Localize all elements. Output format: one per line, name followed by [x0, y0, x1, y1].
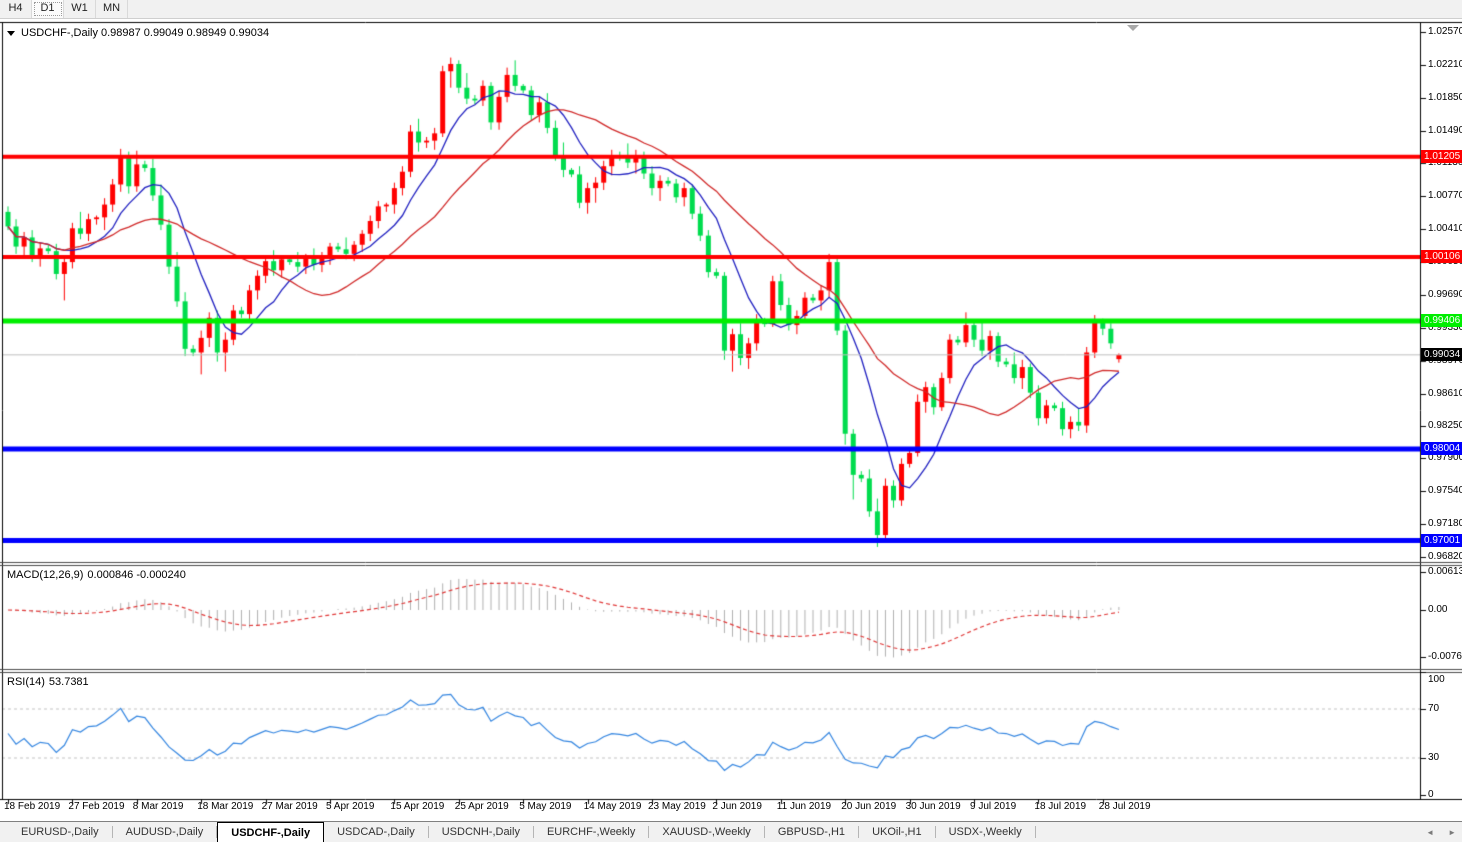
tab-separator [1035, 826, 1036, 838]
chart-canvas[interactable] [0, 18, 1462, 820]
timeframe-button-w1[interactable]: W1 [64, 0, 96, 18]
date-axis-label: 18 Mar 2019 [197, 801, 253, 812]
rsi-axis-label: 30 [1428, 752, 1439, 763]
price-tag-0.97001: 0.97001 [1421, 534, 1462, 547]
tab-usdchf-daily[interactable]: USDCHF-,Daily [217, 822, 324, 842]
date-axis-label: 27 Feb 2019 [68, 801, 124, 812]
date-axis-label: 15 Apr 2019 [390, 801, 444, 812]
tab-usdx-weekly[interactable]: USDX-,Weekly [936, 822, 1035, 842]
price-tag-0.99406: 0.99406 [1421, 314, 1462, 327]
macd-indicator-label: MACD(12,26,9) 0.000846 -0.000240 [7, 569, 190, 581]
rsi-axis-label: 0 [1428, 789, 1434, 800]
tab-scroll-right-icon[interactable]: ► [1448, 828, 1456, 837]
timeframe-button-h4[interactable]: H4 [0, 0, 32, 18]
tab-usdcad-daily[interactable]: USDCAD-,Daily [324, 822, 428, 842]
rsi-axis-label: 100 [1428, 674, 1445, 685]
date-axis-label: 18 Feb 2019 [4, 801, 60, 812]
timeframe-toolbar: H4D1W1MN [0, 0, 1462, 19]
rsi-axis-label: 70 [1428, 703, 1439, 714]
quote-low: 0.98949 [187, 27, 227, 39]
tab-usdcnh-daily[interactable]: USDCNH-,Daily [429, 822, 533, 842]
symbol-tabbar: ◄ ► EURUSD-,DailyAUDUSD-,DailyUSDCHF-,Da… [0, 821, 1462, 842]
date-axis-label: 11 Jun 2019 [777, 801, 831, 812]
timeframe-button-d1[interactable]: D1 [32, 0, 64, 18]
quote-close: 0.99034 [229, 27, 269, 39]
chart-shift-icon[interactable] [1127, 25, 1139, 31]
price-axis-label: 1.02210 [1428, 59, 1462, 70]
price-axis-label: 1.00410 [1428, 223, 1462, 234]
tab-eurusd-daily[interactable]: EURUSD-,Daily [8, 822, 112, 842]
macd-axis-label: 0.00613 [1428, 566, 1462, 577]
price-axis-label: 0.97180 [1428, 518, 1462, 529]
price-axis-label: 0.96820 [1428, 551, 1462, 562]
tab-gbpusd-h1[interactable]: GBPUSD-,H1 [765, 822, 858, 842]
price-axis-label: 1.01850 [1428, 92, 1462, 103]
price-axis-label: 0.99690 [1428, 289, 1462, 300]
price-axis-label: 0.98250 [1428, 420, 1462, 431]
tab-audusd-daily[interactable]: AUDUSD-,Daily [113, 822, 217, 842]
chart-title: USDCHF-,Daily0.989870.990490.989490.9903… [7, 27, 272, 39]
date-axis-label: 2 Jun 2019 [712, 801, 762, 812]
rsi-indicator-label: RSI(14) 53.7381 [7, 676, 93, 688]
price-tag-0.98004: 0.98004 [1421, 442, 1462, 455]
macd-name: MACD(12,26,9) [7, 569, 83, 581]
macd-axis-label: -0.007612 [1428, 651, 1462, 662]
tab-ukoil-h1[interactable]: UKOil-,H1 [859, 822, 935, 842]
date-axis-label: 23 May 2019 [648, 801, 706, 812]
date-axis-label: 20 Jun 2019 [841, 801, 896, 812]
date-axis-label: 28 Jul 2019 [1099, 801, 1151, 812]
date-axis-label: 8 Mar 2019 [133, 801, 184, 812]
date-axis-label: 5 Apr 2019 [326, 801, 374, 812]
date-axis-label: 27 Mar 2019 [262, 801, 318, 812]
tab-scroll-controls: ◄ ► [1426, 822, 1456, 843]
rsi-value: 53.7381 [49, 676, 89, 688]
date-axis-label: 25 Apr 2019 [455, 801, 509, 812]
current-price-tag: 0.99034 [1421, 348, 1462, 361]
terminal-window: H4D1W1MN USDCHF-,Daily0.989870.990490.98… [0, 0, 1462, 842]
date-axis-label: 5 May 2019 [519, 801, 571, 812]
symbol-dropdown-icon[interactable] [7, 31, 15, 36]
price-axis-label: 0.97540 [1428, 485, 1462, 496]
price-axis-label: 1.00770 [1428, 190, 1462, 201]
macd-axis-label: 0.00 [1428, 604, 1447, 615]
price-axis-label: 1.01490 [1428, 125, 1462, 136]
tab-eurchf-weekly[interactable]: EURCHF-,Weekly [534, 822, 648, 842]
timeframe-button-mn[interactable]: MN [96, 0, 128, 18]
price-axis-label: 1.02570 [1428, 26, 1462, 37]
quote-high: 0.99049 [144, 27, 184, 39]
price-tag-1.00106: 1.00106 [1421, 250, 1462, 263]
tab-scroll-left-icon[interactable]: ◄ [1426, 828, 1434, 837]
price-tag-1.01205: 1.01205 [1421, 150, 1462, 163]
price-axis-label: 0.98610 [1428, 388, 1462, 399]
date-axis-label: 9 Jul 2019 [970, 801, 1016, 812]
date-axis-label: 14 May 2019 [584, 801, 642, 812]
tab-xauusd-weekly[interactable]: XAUUSD-,Weekly [649, 822, 763, 842]
date-axis-label: 18 Jul 2019 [1034, 801, 1086, 812]
quote-open: 0.98987 [101, 27, 141, 39]
rsi-name: RSI(14) [7, 676, 45, 688]
chart-symbol-label: USDCHF-,Daily [21, 27, 98, 39]
date-axis-label: 30 Jun 2019 [906, 801, 961, 812]
macd-values: 0.000846 -0.000240 [87, 569, 185, 581]
